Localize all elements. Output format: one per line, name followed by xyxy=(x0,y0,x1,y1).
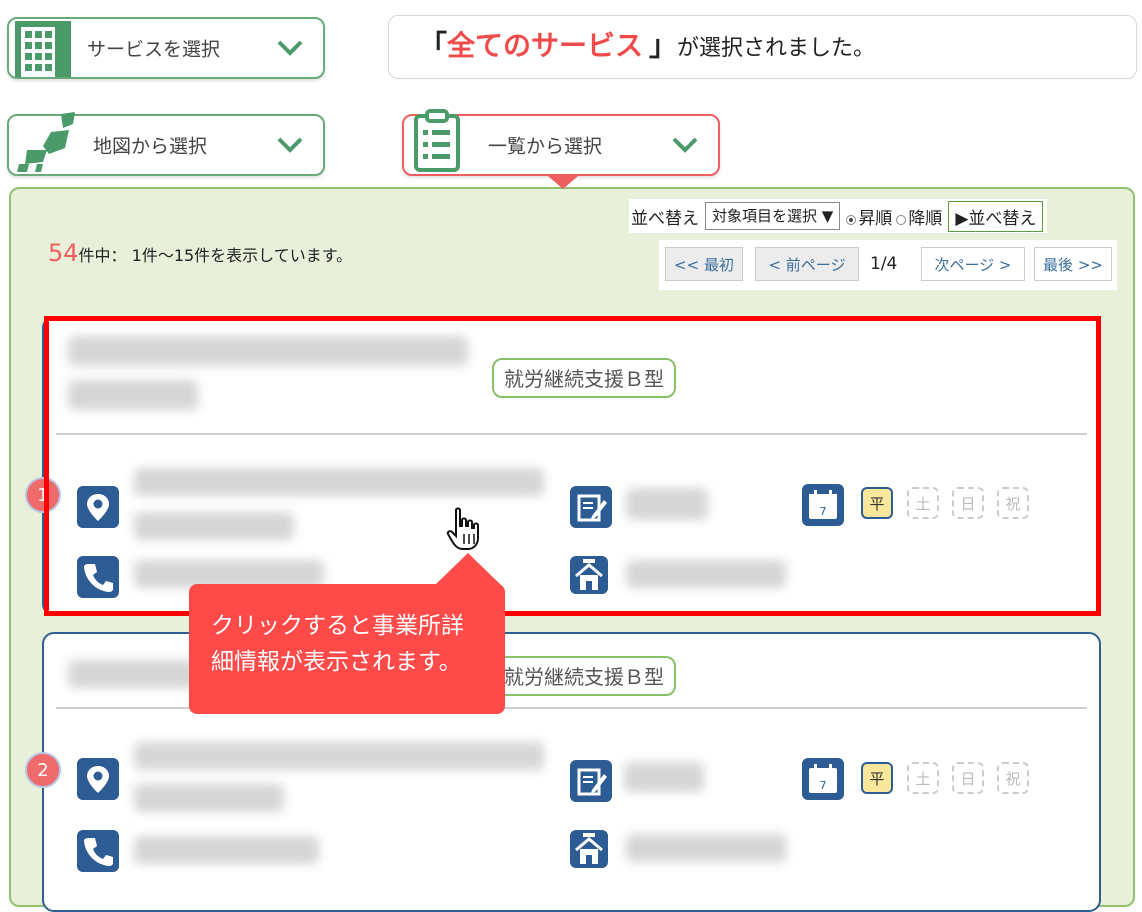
highlight-frame xyxy=(44,316,1101,616)
fax-redacted xyxy=(626,834,786,862)
next-page-button[interactable]: 次ページ > xyxy=(921,247,1025,281)
result-summary: 件中： 1件～15件を表示しています。 xyxy=(78,246,353,265)
map-selector-label: 地図から選択 xyxy=(93,135,208,158)
radio-icon xyxy=(846,214,857,225)
tooltip-line-1: クリックすると事業所詳 xyxy=(211,613,464,639)
sort-bar: 並べ替え 対象項目を選択 ▼ 昇順 降順 ▶並べ替え xyxy=(629,199,1048,233)
day-sunday: 日 xyxy=(952,762,984,794)
active-indicator-arrow xyxy=(548,176,578,189)
day-weekday: 平 xyxy=(861,762,893,794)
pagination: << 最初 < 前ページ 1/4 次ページ > 最後 >> xyxy=(659,240,1117,290)
japan-map-icon xyxy=(17,112,75,172)
building-icon xyxy=(15,21,71,77)
result-count: 54件中： 1件～15件を表示しています。 xyxy=(48,239,352,267)
phone-redacted xyxy=(134,836,319,864)
sort-desc-radio[interactable]: 降順 xyxy=(896,204,942,229)
page-indicator: 1/4 xyxy=(870,254,898,274)
radio-icon xyxy=(896,214,907,225)
sort-desc-label: 降順 xyxy=(908,208,943,229)
calendar-icon: 7 xyxy=(802,758,844,800)
address-redacted xyxy=(134,784,284,812)
sort-asc-radio[interactable]: 昇順 xyxy=(846,204,892,229)
sort-button[interactable]: ▶並べ替え xyxy=(948,200,1044,232)
contact-redacted xyxy=(624,762,704,792)
last-page-button[interactable]: 最後 >> xyxy=(1034,247,1112,281)
day-saturday: 土 xyxy=(907,762,939,794)
map-selector[interactable]: 地図から選択 xyxy=(7,112,325,176)
prev-page-button[interactable]: < 前ページ xyxy=(755,247,859,281)
notice-open-bracket: 「 xyxy=(419,29,448,62)
svg-text:7: 7 xyxy=(820,779,827,792)
card-number-badge: 2 xyxy=(25,752,61,788)
day-holiday: 祝 xyxy=(997,762,1029,794)
chevron-down-icon xyxy=(672,137,698,153)
result-total: 54 xyxy=(48,239,79,267)
list-selector-label: 一覧から選択 xyxy=(488,135,603,158)
tooltip-tail xyxy=(434,553,502,586)
location-pin-icon xyxy=(77,758,119,800)
service-selector-label: サービスを選択 xyxy=(87,38,221,61)
sort-label: 並べ替え xyxy=(631,208,699,229)
notice-close-bracket: 」 xyxy=(649,29,678,62)
address-redacted xyxy=(134,742,544,770)
service-selector[interactable]: サービスを選択 xyxy=(7,17,325,79)
edit-document-icon xyxy=(570,760,612,802)
tooltip-line-2: 細情報が表示されます。 xyxy=(211,649,462,675)
notice-highlight: 全てのサービス xyxy=(447,29,644,62)
list-selector[interactable]: 一覧から選択 xyxy=(402,109,720,176)
chevron-down-icon xyxy=(277,137,303,153)
hand-cursor-icon xyxy=(446,507,479,550)
phone-icon xyxy=(77,830,119,872)
service-type-tag: 就労継続支援Ｂ型 xyxy=(492,656,676,696)
checklist-icon xyxy=(414,109,460,172)
facility-name-redacted xyxy=(68,660,198,688)
sort-field-select[interactable]: 対象項目を選択 ▼ xyxy=(705,202,841,230)
notice-text: が選択されました。 xyxy=(677,36,876,61)
sort-asc-label: 昇順 xyxy=(858,208,893,229)
instruction-tooltip: クリックすると事業所詳 細情報が表示されます。 xyxy=(189,584,505,714)
selection-notice: 「全てのサービス 」が選択されました。 xyxy=(388,15,1137,79)
chevron-down-icon xyxy=(277,40,303,56)
first-page-button[interactable]: << 最初 xyxy=(665,247,743,281)
house-icon xyxy=(570,830,608,868)
